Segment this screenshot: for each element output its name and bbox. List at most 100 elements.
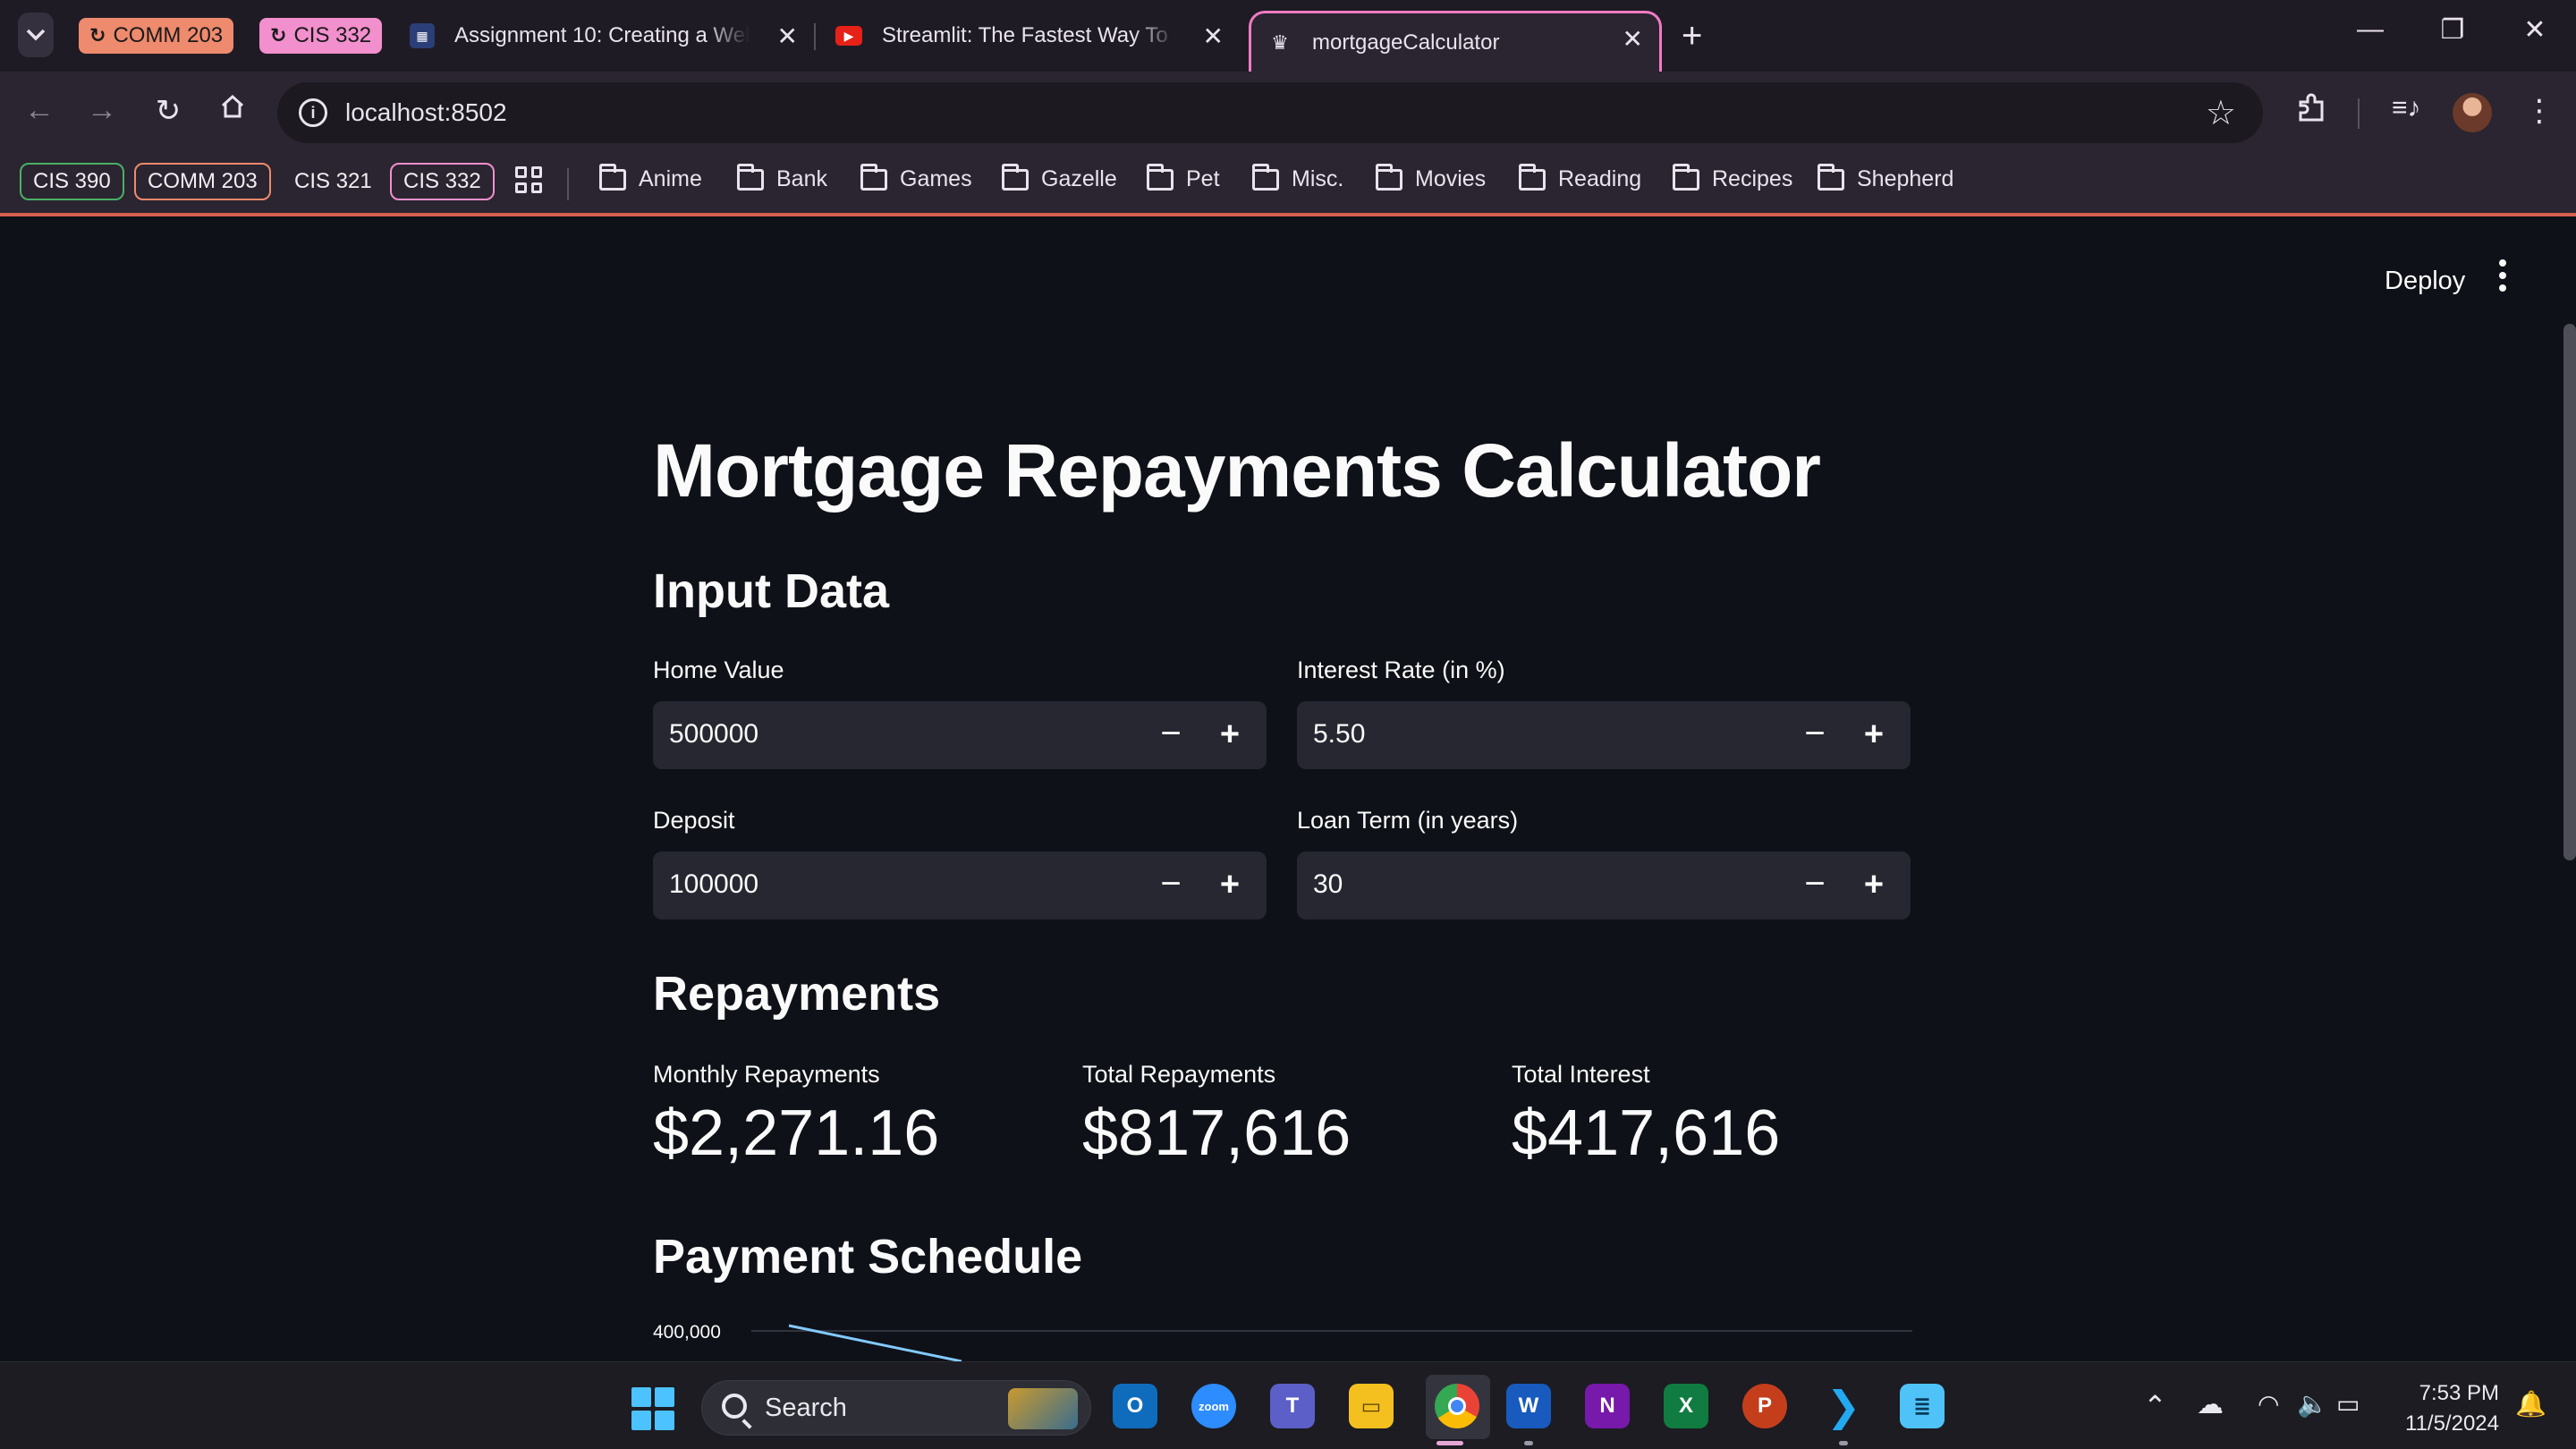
bookmark-group-comm203[interactable]: COMM 203 xyxy=(134,163,271,200)
loan-term-field[interactable]: 30 xyxy=(1313,869,1343,900)
tab-group-comm203[interactable]: ↻ COMM 203 xyxy=(79,18,234,54)
bookmark-folder-games[interactable]: Games xyxy=(860,163,972,192)
bookmark-folder-shepherd[interactable]: Shepherd xyxy=(1818,163,1954,192)
deposit-decrement-button[interactable]: − xyxy=(1148,862,1193,909)
battery-icon[interactable]: ▭ xyxy=(2336,1389,2360,1419)
word-icon[interactable]: W xyxy=(1506,1384,1551,1428)
tab-group-label: COMM 203 xyxy=(113,23,224,47)
vscode-icon[interactable]: ❯ xyxy=(1821,1383,1866,1429)
address-url[interactable]: localhost:8502 xyxy=(345,98,507,127)
windows-start-icon[interactable] xyxy=(631,1387,674,1430)
teams-icon[interactable]: T xyxy=(1270,1384,1315,1428)
powerpoint-icon[interactable]: P xyxy=(1742,1384,1787,1428)
monthly-repayments-label: Monthly Repayments xyxy=(653,1061,880,1088)
onenote-icon[interactable]: N xyxy=(1585,1384,1630,1428)
toolbar-divider xyxy=(2358,98,2360,129)
browser-title-bar: ↻ COMM 203 ↻ CIS 332 ▦ Assignment 10: Cr… xyxy=(0,0,2576,72)
chrome-menu-icon[interactable]: ⋮ xyxy=(2524,93,2555,129)
address-bar[interactable]: i localhost:8502 ☆ xyxy=(277,82,2263,143)
folder-icon xyxy=(1673,163,1699,191)
zoom-icon[interactable]: zoom xyxy=(1191,1384,1236,1428)
extensions-icon[interactable] xyxy=(2295,93,2327,133)
interest-rate-increment-button[interactable]: + xyxy=(1852,712,1896,758)
tab-streamlit-youtube[interactable]: ▶ Streamlit: The Fastest Way To Bu ✕ xyxy=(819,11,1240,61)
home-value-input[interactable]: 500000 − + xyxy=(653,701,1267,769)
folder-icon xyxy=(860,163,887,191)
folder-label: Anime xyxy=(639,166,702,191)
folder-icon xyxy=(1252,163,1279,191)
interest-rate-input[interactable]: 5.50 − + xyxy=(1297,701,1911,769)
bookmark-group-cis332[interactable]: CIS 332 xyxy=(390,163,495,200)
folder-icon xyxy=(599,163,626,191)
bookmark-group-cis390[interactable]: CIS 390 xyxy=(20,163,124,200)
close-icon[interactable]: ✕ xyxy=(1623,24,1643,54)
loan-term-decrement-button[interactable]: − xyxy=(1792,862,1837,909)
close-icon[interactable]: ✕ xyxy=(777,21,798,51)
tab-group-cis332[interactable]: ↻ CIS 332 xyxy=(259,18,383,54)
loan-term-input[interactable]: 30 − + xyxy=(1297,852,1911,919)
close-icon[interactable]: ✕ xyxy=(1203,21,1224,51)
notepad-icon[interactable]: ≣ xyxy=(1900,1384,1945,1428)
interest-rate-field[interactable]: 5.50 xyxy=(1313,719,1365,750)
bookmark-star-icon[interactable]: ☆ xyxy=(2206,93,2236,133)
word-running-indicator xyxy=(1524,1441,1533,1445)
page-scrollbar[interactable] xyxy=(2563,324,2576,860)
home-value-increment-button[interactable]: + xyxy=(1208,712,1252,758)
chrome-icon[interactable] xyxy=(1435,1384,1479,1428)
bookmark-folder-pet[interactable]: Pet xyxy=(1147,163,1220,192)
excel-icon[interactable]: X xyxy=(1664,1384,1708,1428)
minimize-button[interactable]: — xyxy=(2343,14,2397,45)
main-menu-icon[interactable] xyxy=(2499,259,2508,292)
bookmark-folder-movies[interactable]: Movies xyxy=(1376,163,1486,192)
tab-mortgage-calculator[interactable]: ♛ mortgageCalculator ✕ xyxy=(1249,11,1662,72)
total-repayments-label: Total Repayments xyxy=(1082,1061,1276,1088)
tab-assignment[interactable]: ▦ Assignment 10: Creating a Web ✕ xyxy=(394,11,814,61)
bookmark-folder-bank[interactable]: Bank xyxy=(737,163,827,192)
home-value-field[interactable]: 500000 xyxy=(669,719,758,750)
apps-grid-icon[interactable] xyxy=(515,166,542,193)
taskbar-clock[interactable]: 7:53 PM 11/5/2024 xyxy=(2397,1378,2499,1439)
file-explorer-icon[interactable]: ▭ xyxy=(1349,1384,1394,1428)
folder-label: Reading xyxy=(1558,166,1642,191)
folder-label: Shepherd xyxy=(1857,166,1954,191)
bookmark-group-cis321[interactable]: CIS 321 xyxy=(281,163,386,200)
deposit-field[interactable]: 100000 xyxy=(669,869,758,900)
tab-title: Assignment 10: Creating a Web xyxy=(454,23,750,47)
back-button[interactable]: ← xyxy=(20,93,59,128)
outlook-icon[interactable]: O xyxy=(1113,1384,1157,1428)
onedrive-cloud-icon[interactable]: ☁ xyxy=(2197,1389,2224,1420)
bookmark-folder-anime[interactable]: Anime xyxy=(599,163,702,192)
interest-rate-decrement-button[interactable]: − xyxy=(1792,712,1837,758)
bookmark-folder-misc[interactable]: Misc. xyxy=(1252,163,1343,192)
new-tab-button[interactable]: + xyxy=(1682,16,1702,56)
deploy-button[interactable]: Deploy xyxy=(2385,267,2465,296)
notification-bell-icon[interactable]: 🔔 xyxy=(2515,1389,2546,1419)
close-window-button[interactable]: ✕ xyxy=(2508,14,2562,46)
tray-overflow-chevron-icon[interactable]: ⌃ xyxy=(2143,1389,2167,1423)
tab-title: mortgageCalculator xyxy=(1312,30,1500,55)
bookmark-folder-gazelle[interactable]: Gazelle xyxy=(1002,163,1117,192)
reload-button[interactable]: ↻ xyxy=(148,93,188,129)
folder-label: Recipes xyxy=(1712,166,1793,191)
profile-avatar[interactable] xyxy=(2453,93,2492,132)
home-button[interactable] xyxy=(213,93,252,128)
folder-icon xyxy=(1519,163,1546,191)
home-value-decrement-button[interactable]: − xyxy=(1148,712,1193,758)
forward-button[interactable]: → xyxy=(82,93,122,128)
tab-search-button[interactable] xyxy=(18,13,54,57)
wifi-icon[interactable]: ◠ xyxy=(2258,1389,2279,1419)
bookmark-folder-recipes[interactable]: Recipes xyxy=(1673,163,1793,192)
total-interest-label: Total Interest xyxy=(1512,1061,1650,1088)
deposit-input[interactable]: 100000 − + xyxy=(653,852,1267,919)
monthly-repayments-value: $2,271.16 xyxy=(653,1097,940,1169)
deposit-increment-button[interactable]: + xyxy=(1208,862,1252,909)
folder-icon xyxy=(1818,163,1844,191)
loan-term-increment-button[interactable]: + xyxy=(1852,862,1896,909)
bookmark-folder-reading[interactable]: Reading xyxy=(1519,163,1642,192)
site-info-icon[interactable]: i xyxy=(299,98,327,127)
taskbar-search[interactable]: Search xyxy=(701,1380,1091,1436)
volume-icon[interactable]: 🔈 xyxy=(2297,1389,2328,1419)
restore-button[interactable]: ❐ xyxy=(2426,14,2479,46)
media-control-icon[interactable]: ≡♪ xyxy=(2392,93,2421,123)
chart-y-tick-label: 400,000 xyxy=(653,1322,721,1343)
